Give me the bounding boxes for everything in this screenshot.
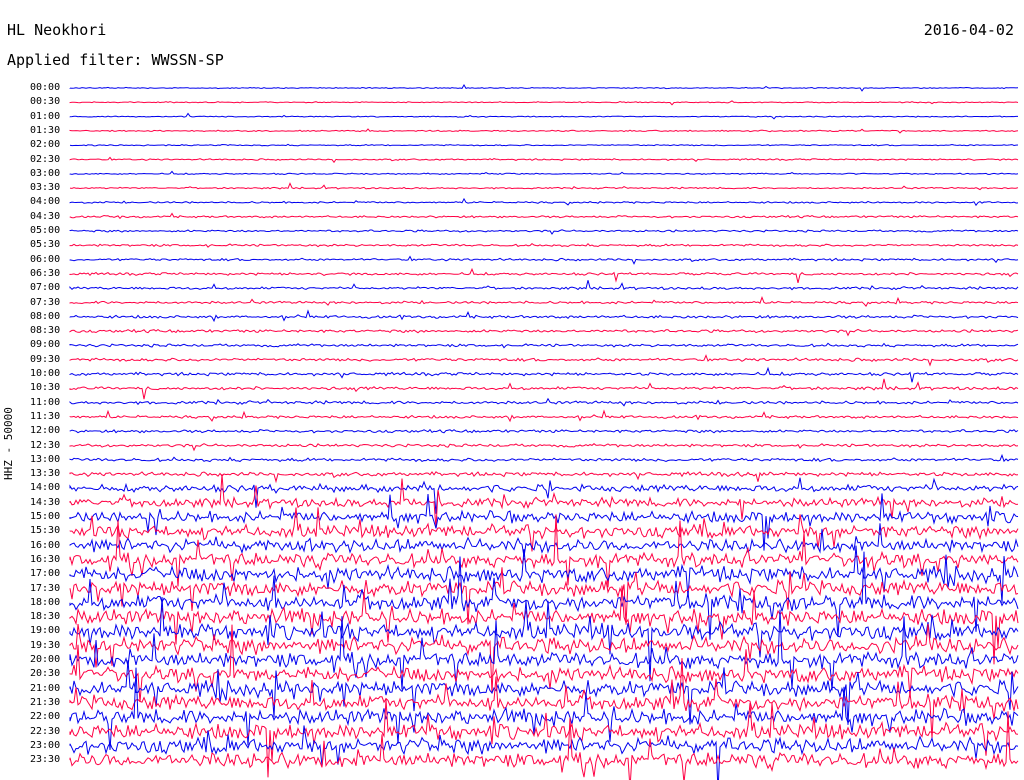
trace-line <box>69 212 1019 220</box>
trace-line <box>69 328 1019 337</box>
trace-line <box>69 128 1019 134</box>
trace-line <box>69 342 1019 349</box>
trace-line <box>69 453 1019 463</box>
trace-line <box>69 229 1019 235</box>
helicorder-plot <box>69 84 1019 780</box>
trace-line <box>69 182 1019 191</box>
trace-line <box>69 443 1019 452</box>
trace-line <box>69 471 1019 484</box>
trace-line <box>69 242 1019 248</box>
trace-line <box>69 711 1019 780</box>
trace-line <box>69 397 1019 407</box>
trace-line <box>69 267 1019 284</box>
trace-line <box>69 354 1019 367</box>
trace-line <box>69 493 1019 551</box>
trace-line <box>69 100 1019 106</box>
trace-line <box>69 112 1018 120</box>
trace-line <box>69 523 1019 557</box>
trace-line <box>69 280 1019 291</box>
trace-line <box>69 295 1019 307</box>
trace-line <box>69 255 1019 265</box>
trace-line <box>69 596 1019 682</box>
trace-line <box>69 309 1019 323</box>
trace-line <box>69 170 1019 176</box>
trace-line <box>69 624 1019 703</box>
trace-line <box>69 409 1019 423</box>
trace-line <box>69 378 1019 400</box>
trace-line <box>69 428 1019 434</box>
trace-line <box>69 156 1019 164</box>
trace-line <box>69 143 1019 147</box>
trace-line <box>69 84 1019 92</box>
trace-line <box>69 197 1019 207</box>
trace-line <box>69 366 1019 383</box>
